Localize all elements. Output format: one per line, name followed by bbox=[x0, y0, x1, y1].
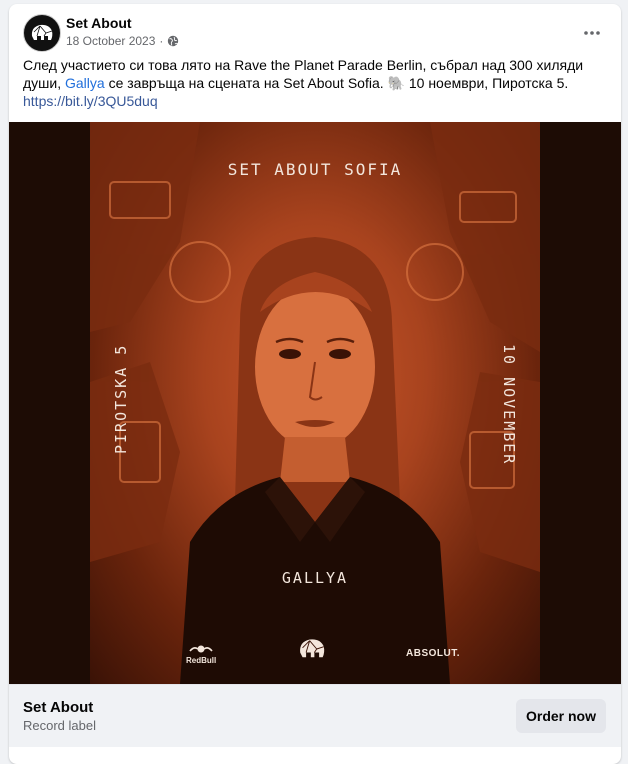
poster-title: SET ABOUT SOFIA bbox=[227, 160, 403, 179]
cta-page-name[interactable]: Set About bbox=[23, 699, 93, 716]
post-text: След участието си това лято на Rave the … bbox=[23, 56, 603, 110]
bulls-icon bbox=[189, 645, 213, 653]
more-options-button[interactable] bbox=[575, 16, 609, 50]
ellipsis-icon bbox=[584, 31, 600, 35]
poster-venue: PIROTSKA 5 bbox=[112, 343, 130, 454]
post-date[interactable]: 18 October 2023 bbox=[66, 34, 155, 48]
absolut-logo: ABSOLUT. bbox=[406, 648, 460, 659]
post-text-part3: 10 ноември, Пиротска 5. bbox=[404, 75, 569, 91]
page-avatar[interactable] bbox=[23, 14, 61, 52]
post-header: Set About 18 October 2023 · bbox=[9, 4, 621, 56]
mention-link[interactable]: Gallya bbox=[65, 75, 105, 91]
cta-bar: Set About Record label Order now bbox=[9, 684, 621, 747]
post-text-part2: се завръща на сцената на Set About Sofia… bbox=[104, 75, 388, 91]
globe-icon bbox=[168, 35, 179, 47]
poster-date: 10 NOVEMBER bbox=[500, 344, 518, 466]
order-now-button[interactable]: Order now bbox=[516, 699, 606, 733]
post-card: Set About 18 October 2023 · След участие… bbox=[9, 4, 621, 764]
poster-artist: GALLYA bbox=[281, 569, 349, 587]
poster-artwork bbox=[90, 122, 540, 684]
page-name[interactable]: Set About bbox=[66, 15, 132, 31]
post-url-link[interactable]: https://bit.ly/3QU5duq bbox=[23, 93, 158, 109]
redbull-text: RedBull bbox=[186, 656, 217, 665]
post-image[interactable]: SET ABOUT SOFIA PIROTSKA 5 10 NOVEMBER G… bbox=[9, 122, 621, 684]
meta-separator: · bbox=[159, 34, 164, 48]
event-poster: SET ABOUT SOFIA PIROTSKA 5 10 NOVEMBER G… bbox=[90, 122, 540, 684]
elephant-logo-icon bbox=[300, 639, 325, 658]
elephant-emoji: 🐘 bbox=[387, 75, 405, 91]
elephant-logo-icon bbox=[31, 24, 53, 40]
post-meta: 18 October 2023 · bbox=[66, 34, 179, 48]
cta-category: Record label bbox=[23, 718, 96, 733]
redbull-logo: RedBull bbox=[186, 644, 216, 665]
